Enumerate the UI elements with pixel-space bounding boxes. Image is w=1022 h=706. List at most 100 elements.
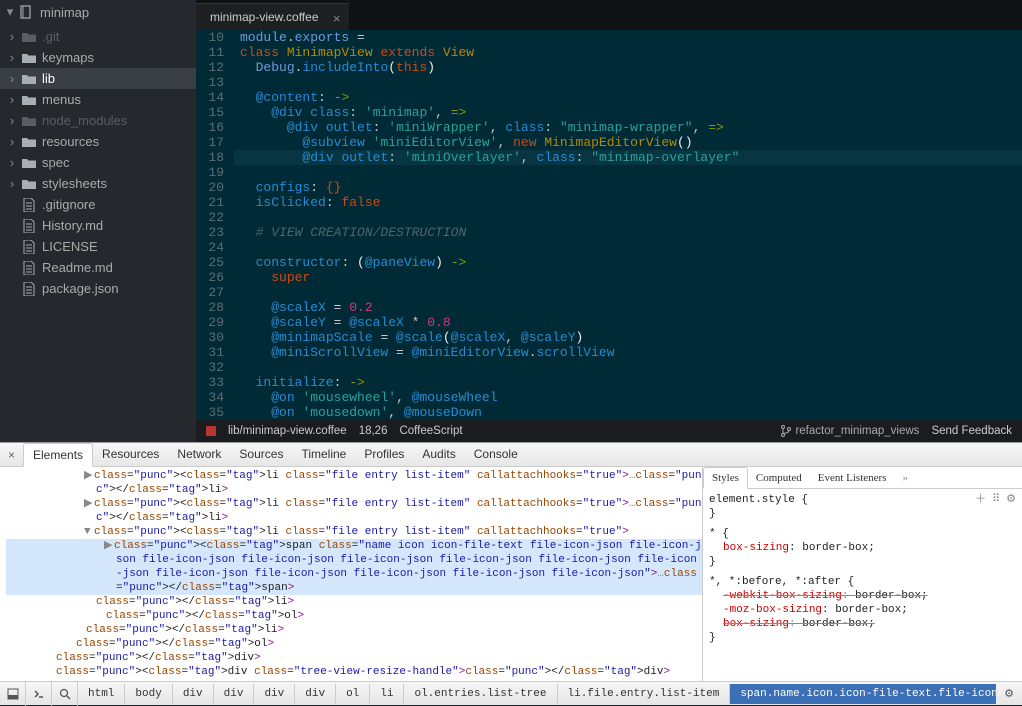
dom-node[interactable]: class="punc"><class="tag">div class="tre… (6, 665, 702, 679)
devtools-tab-elements[interactable]: Elements (23, 443, 93, 467)
gear-icon[interactable]: ⚙ (1006, 493, 1016, 507)
code-line[interactable]: super (234, 270, 1022, 285)
devtools-tab-sources[interactable]: Sources (230, 443, 292, 466)
close-icon[interactable]: × (333, 11, 341, 26)
breadcrumb-item[interactable]: ol (336, 684, 370, 704)
breadcrumb-item[interactable]: span.name.icon.icon-file-text.file-icon-… (730, 684, 996, 704)
line-number: 17 (196, 135, 234, 150)
code-line[interactable]: @subview 'miniEditorView', new MinimapEd… (234, 135, 1022, 150)
code-line[interactable]: @on 'mousedown', @mouseDown (234, 405, 1022, 420)
project-header[interactable]: ▾ minimap (0, 0, 196, 24)
console-icon[interactable] (26, 682, 52, 706)
folder-icon (22, 156, 36, 170)
code-line[interactable]: @minimapScale = @scale(@scaleX, @scaleY) (234, 330, 1022, 345)
code-line[interactable] (234, 165, 1022, 180)
code-line[interactable]: @on 'mousewheel', @mouseWheel (234, 390, 1022, 405)
dock-icon[interactable] (0, 682, 26, 706)
code-line[interactable]: module.exports = (234, 30, 1022, 45)
tree-folder[interactable]: ›keymaps (0, 47, 196, 68)
git-branch[interactable]: refactor_minimap_views (781, 425, 919, 437)
devtools-tab-timeline[interactable]: Timeline (292, 443, 355, 466)
devtools-close-icon[interactable]: × (0, 448, 23, 462)
css-rule[interactable]: element.style {} (709, 493, 1016, 521)
language-mode[interactable]: CoffeeScript (399, 425, 462, 437)
code-line[interactable]: Debug.includeInto(this) (234, 60, 1022, 75)
code-line[interactable] (234, 75, 1022, 90)
code-line[interactable]: @scaleY = @scaleX * 0.8 (234, 315, 1022, 330)
dom-node[interactable]: ▶class="punc"><class="tag">span class="n… (6, 539, 702, 595)
dom-node[interactable]: ▶class="punc"><class="tag">li class="fil… (6, 469, 702, 497)
code-line[interactable]: @div class: 'minimap', => (234, 105, 1022, 120)
breadcrumb-item[interactable]: div (173, 684, 214, 704)
tab-active[interactable]: minimap-view.coffee × (196, 3, 350, 30)
devtools-tab-console[interactable]: Console (465, 443, 527, 466)
code-editor[interactable]: 10module.exports =11class MinimapView ex… (196, 30, 1022, 420)
breadcrumb-item[interactable]: ol.entries.list-tree (404, 684, 557, 704)
devtools-tab-network[interactable]: Network (168, 443, 230, 466)
tree-folder[interactable]: ›stylesheets (0, 173, 196, 194)
css-rule[interactable]: *, *:before, *:after {-webkit-box-sizing… (709, 575, 1016, 645)
dom-node[interactable]: class="punc"></class="tag">div> (6, 651, 702, 665)
breadcrumb-item[interactable]: li (370, 684, 404, 704)
code-line[interactable]: @div outlet: 'miniOverlayer', class: "mi… (234, 150, 1022, 165)
code-line[interactable]: @scaleX = 0.2 (234, 300, 1022, 315)
code-line[interactable]: @content: -> (234, 90, 1022, 105)
line-number: 26 (196, 270, 234, 285)
code-line[interactable] (234, 360, 1022, 375)
tree-folder[interactable]: ›.git (0, 26, 196, 47)
devtools-tab-resources[interactable]: Resources (93, 443, 168, 466)
tree-folder[interactable]: ›resources (0, 131, 196, 152)
dom-node[interactable]: class="punc"></class="tag">li> (6, 623, 702, 637)
styles-tab-styles[interactable]: Styles (703, 467, 748, 489)
tree-file[interactable]: Readme.md (0, 257, 196, 278)
code-line[interactable]: @miniScrollView = @miniEditorView.scroll… (234, 345, 1022, 360)
styles-tab-event-listeners[interactable]: Event Listeners (810, 468, 895, 488)
tree-folder[interactable]: ›node_modules (0, 110, 196, 131)
code-line[interactable]: initialize: -> (234, 375, 1022, 390)
settings-icon[interactable]: ⚙ (996, 687, 1022, 700)
dom-node[interactable]: class="punc"></class="tag">ol> (6, 609, 702, 623)
dom-node[interactable]: ▶class="punc"><class="tag">li class="fil… (6, 497, 702, 525)
more-tabs-icon[interactable]: » (894, 468, 916, 488)
breadcrumb-item[interactable]: html (78, 684, 125, 704)
devtools-tab-profiles[interactable]: Profiles (355, 443, 413, 466)
line-number: 19 (196, 165, 234, 180)
breadcrumb-item[interactable]: li.file.entry.list-item (558, 684, 731, 704)
new-rule-icon[interactable]: ＋ (975, 493, 986, 507)
styles-tab-computed[interactable]: Computed (748, 468, 810, 488)
code-line[interactable]: class MinimapView extends View (234, 45, 1022, 60)
code-line[interactable] (234, 210, 1022, 225)
tree-file[interactable]: History.md (0, 215, 196, 236)
code-line[interactable]: configs: {} (234, 180, 1022, 195)
breadcrumb-item[interactable]: body (125, 684, 172, 704)
code-line[interactable]: isClicked: false (234, 195, 1022, 210)
code-line[interactable]: # VIEW CREATION/DESTRUCTION (234, 225, 1022, 240)
code-line[interactable] (234, 240, 1022, 255)
code-line[interactable]: @div outlet: 'miniWrapper', class: "mini… (234, 120, 1022, 135)
tree-file[interactable]: package.json (0, 278, 196, 299)
send-feedback-link[interactable]: Send Feedback (931, 425, 1012, 437)
repo-icon (20, 5, 34, 19)
code-line[interactable] (234, 285, 1022, 300)
line-number: 33 (196, 375, 234, 390)
line-number: 20 (196, 180, 234, 195)
tree-item-label: stylesheets (42, 176, 107, 191)
breadcrumb-item[interactable]: div (295, 684, 336, 704)
tree-folder[interactable]: ›spec (0, 152, 196, 173)
dom-node[interactable]: class="punc"></class="tag">li> (6, 595, 702, 609)
search-icon[interactable] (52, 682, 78, 706)
code-line[interactable]: constructor: (@paneView) -> (234, 255, 1022, 270)
dom-node[interactable]: class="punc"></class="tag">ol> (6, 637, 702, 651)
tree-file[interactable]: LICENSE (0, 236, 196, 257)
devtools-tab-audits[interactable]: Audits (413, 443, 464, 466)
tree-folder[interactable]: ›lib (0, 68, 196, 89)
breadcrumb-item[interactable]: div (254, 684, 295, 704)
breadcrumb-item[interactable]: div (214, 684, 255, 704)
tree-folder[interactable]: ›menus (0, 89, 196, 110)
tree-item-label: .gitignore (42, 197, 95, 212)
elements-panel[interactable]: ▶class="punc"><class="tag">li class="fil… (0, 467, 702, 681)
tree-file[interactable]: .gitignore (0, 194, 196, 215)
toggle-state-icon[interactable]: ⠿ (992, 493, 1000, 507)
dom-node[interactable]: ▼class="punc"><class="tag">li class="fil… (6, 525, 702, 539)
css-rule[interactable]: * {box-sizing: border-box;} (709, 527, 1016, 569)
